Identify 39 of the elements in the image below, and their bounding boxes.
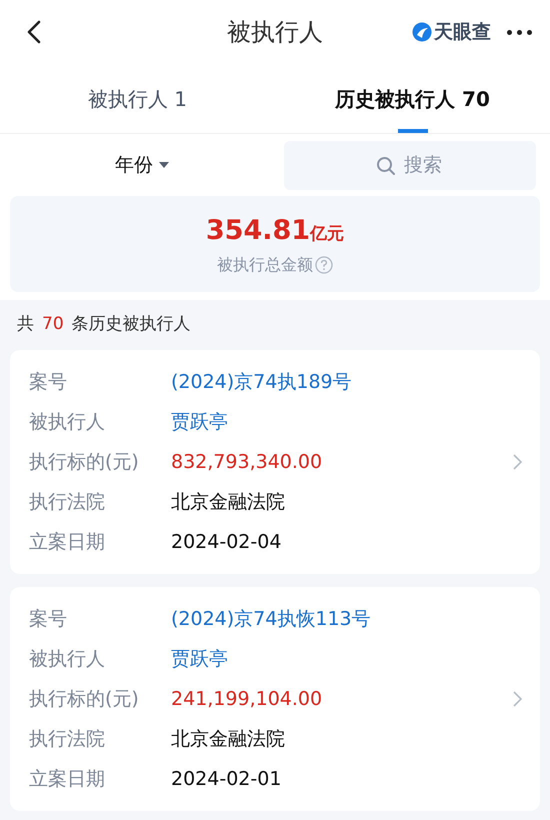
tab[interactable]: 被执行人 1 — [0, 64, 275, 133]
field-label: 立案日期 — [29, 530, 106, 555]
case-card[interactable]: 案号 (2024)京74执189号 被执行人 贾跃亭 执行标的(元) 832,793,340.00 执行法院 北京金融法院 立案日期 2024-02-04 — [10, 350, 540, 574]
field-label: 案号 — [29, 606, 68, 632]
chevron-right-icon — [513, 454, 522, 470]
field-label: 执行标的(元) — [29, 686, 140, 712]
field-value: 241,199,104.00 — [171, 686, 322, 712]
tab[interactable]: 历史被执行人 70 — [275, 64, 550, 133]
field-label: 案号 — [29, 370, 68, 395]
count-label: 条历史被执行人 — [72, 313, 191, 336]
field-value: 2024-02-04 — [171, 530, 282, 555]
field-link[interactable]: (2024)京74执189号 — [171, 368, 352, 396]
page-title: 被执行人 — [227, 17, 323, 48]
field-label: 执行法院 — [29, 490, 106, 515]
caret-down-icon — [159, 162, 169, 168]
case-card[interactable]: 案号 (2024)京74执恢113号 被执行人 贾跃亭 执行标的(元) 241,199,104.00 执行法院 北京金融法院 立案日期 2024-02-01 — [10, 587, 540, 811]
search-icon — [376, 156, 396, 176]
field-value: 832,793,340.00 — [171, 450, 322, 475]
field-label: 立案日期 — [29, 766, 106, 792]
field-link[interactable]: (2024)京74执恢113号 — [171, 604, 371, 634]
field-value: 北京金融法院 — [171, 490, 285, 515]
field-link[interactable]: 贾跃亭 — [171, 408, 228, 436]
brand-logo-icon — [412, 22, 432, 42]
amount-unit: 亿元 — [310, 222, 344, 246]
count-prefix: 共 — [17, 313, 34, 336]
field-label: 被执行人 — [29, 646, 106, 672]
field-value: 北京金融法院 — [171, 726, 285, 752]
chevron-right-icon — [513, 691, 522, 707]
field-label: 被执行人 — [29, 410, 106, 435]
field-label: 执行标的(元) — [29, 450, 140, 475]
field-value: 2024-02-01 — [171, 766, 282, 792]
record-count: 70 — [42, 313, 64, 336]
year-filter[interactable]: 年份 — [0, 140, 284, 190]
total-amount: 354.81 — [206, 214, 310, 248]
brand-name: 天眼查 — [434, 20, 491, 45]
field-label: 执行法院 — [29, 726, 106, 752]
search-field[interactable]: 搜索 — [284, 140, 536, 190]
field-link[interactable]: 贾跃亭 — [171, 644, 228, 674]
summary-label: 被执行总金额 — [217, 254, 313, 276]
